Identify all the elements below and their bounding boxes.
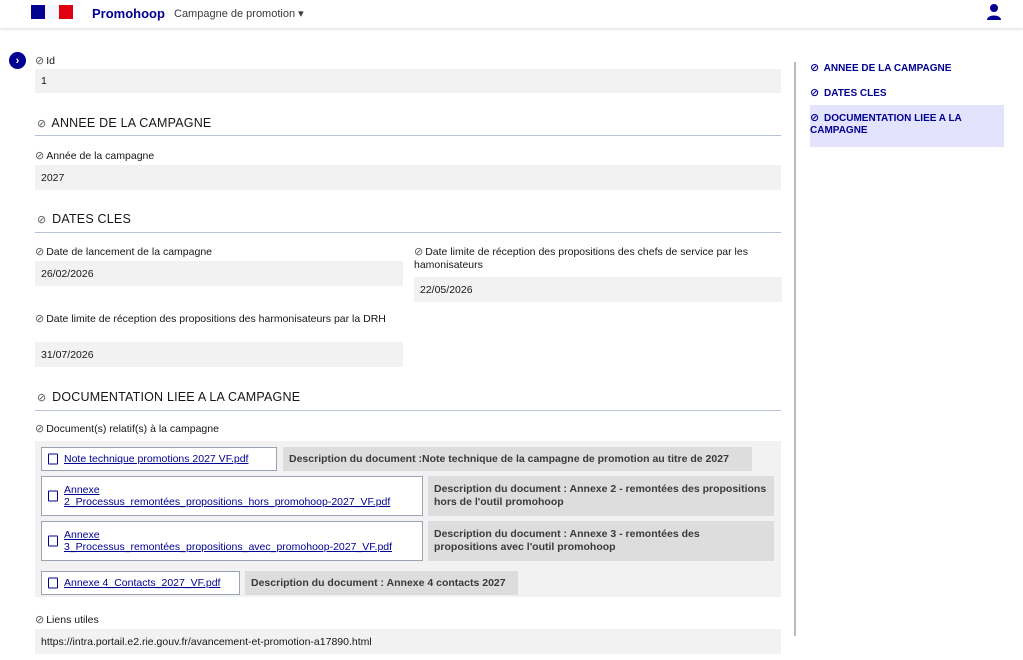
date-limite-chefs-value: 22/05/2026 bbox=[414, 277, 782, 302]
tag-icon: ⊘ bbox=[35, 150, 45, 162]
toc-item-documentation[interactable]: ⊘ DOCUMENTATION LIEE A LA CAMPAGNE bbox=[810, 112, 962, 137]
date-limite-chefs-label: ⊘ Date limite de réception des propositio… bbox=[414, 246, 748, 271]
id-label: ⊘ Id bbox=[35, 55, 55, 67]
section-dates-title: ⊘ DATES CLES bbox=[37, 212, 131, 226]
document-description: Description du document : Note technique… bbox=[283, 447, 752, 471]
toc-item-dates[interactable]: ⊘ DATES CLES bbox=[810, 87, 887, 100]
document-description: Description du document : Annexe 4 conta… bbox=[245, 571, 518, 595]
tag-icon: ⊘ bbox=[37, 118, 47, 130]
date-limite-drh-label: ⊘ Date limite de réception des propositio… bbox=[35, 313, 386, 325]
campaign-menu-dropdown[interactable]: Campagne de promotion ▾ bbox=[174, 7, 304, 20]
annee-label: ⊘ Année de la campagne bbox=[35, 150, 155, 162]
toc-scrollbar[interactable] bbox=[794, 62, 796, 636]
tag-icon: ⊘ bbox=[810, 112, 820, 124]
tag-icon: ⊘ bbox=[37, 392, 47, 404]
tag-icon: ⊘ bbox=[35, 423, 45, 435]
marianne-logo bbox=[31, 5, 73, 19]
date-lancement-value: 26/02/2026 bbox=[35, 261, 403, 286]
app-brand[interactable]: Promohoop bbox=[92, 6, 165, 21]
tag-icon: ⊘ bbox=[810, 62, 820, 74]
sidebar-toggle-button[interactable]: › bbox=[9, 52, 26, 69]
section-divider bbox=[35, 232, 781, 233]
tag-icon: ⊘ bbox=[35, 246, 45, 258]
liens-value[interactable]: https://intra.portail.e2.rie.gouv.fr/ava… bbox=[35, 629, 781, 654]
file-icon bbox=[48, 535, 58, 547]
section-annee-title: ⊘ ANNEE DE LA CAMPAGNE bbox=[37, 116, 212, 130]
annee-value: 2027 bbox=[35, 165, 781, 190]
toc-item-annee[interactable]: ⊘ ANNEE DE LA CAMPAGNE bbox=[810, 62, 951, 75]
date-limite-drh-value: 31/07/2026 bbox=[35, 342, 403, 367]
document-description: Description du document : Annexe 2 - rem… bbox=[428, 476, 774, 516]
section-divider bbox=[35, 410, 781, 411]
tag-icon: ⊘ bbox=[37, 214, 47, 226]
tag-icon: ⊘ bbox=[35, 313, 45, 325]
document-link[interactable]: Annexe 3_Processus_remontées_proposition… bbox=[41, 521, 423, 561]
document-link[interactable]: Annexe 4_Contacts_2027_VF.pdf bbox=[41, 571, 240, 595]
tag-icon: ⊘ bbox=[35, 55, 45, 67]
date-lancement-label: ⊘ Date de lancement de la campagne bbox=[35, 246, 212, 258]
file-icon bbox=[48, 490, 58, 502]
section-divider bbox=[35, 135, 781, 136]
document-link[interactable]: Note technique promotions 2027 VF.pdf bbox=[41, 447, 277, 471]
documents-label: ⊘ Document(s) relatif(s) à la campagne bbox=[35, 423, 219, 435]
section-documentation-title: ⊘ DOCUMENTATION LIEE A LA CAMPAGNE bbox=[37, 390, 301, 404]
liens-label: ⊘ Liens utiles bbox=[35, 614, 99, 626]
tag-icon: ⊘ bbox=[810, 87, 820, 99]
document-link[interactable]: Annexe 2_Processus_remontées_proposition… bbox=[41, 476, 423, 516]
file-icon bbox=[48, 577, 58, 589]
file-icon bbox=[48, 453, 58, 465]
id-value: 1 bbox=[35, 69, 781, 93]
document-description: Description du document : Annexe 3 - rem… bbox=[428, 521, 774, 561]
user-icon[interactable] bbox=[986, 3, 1002, 21]
tag-icon: ⊘ bbox=[35, 614, 45, 626]
tag-icon: ⊘ bbox=[414, 246, 424, 258]
top-header: Promohoop Campagne de promotion ▾ bbox=[0, 0, 1023, 28]
chevron-right-icon: › bbox=[15, 54, 20, 67]
